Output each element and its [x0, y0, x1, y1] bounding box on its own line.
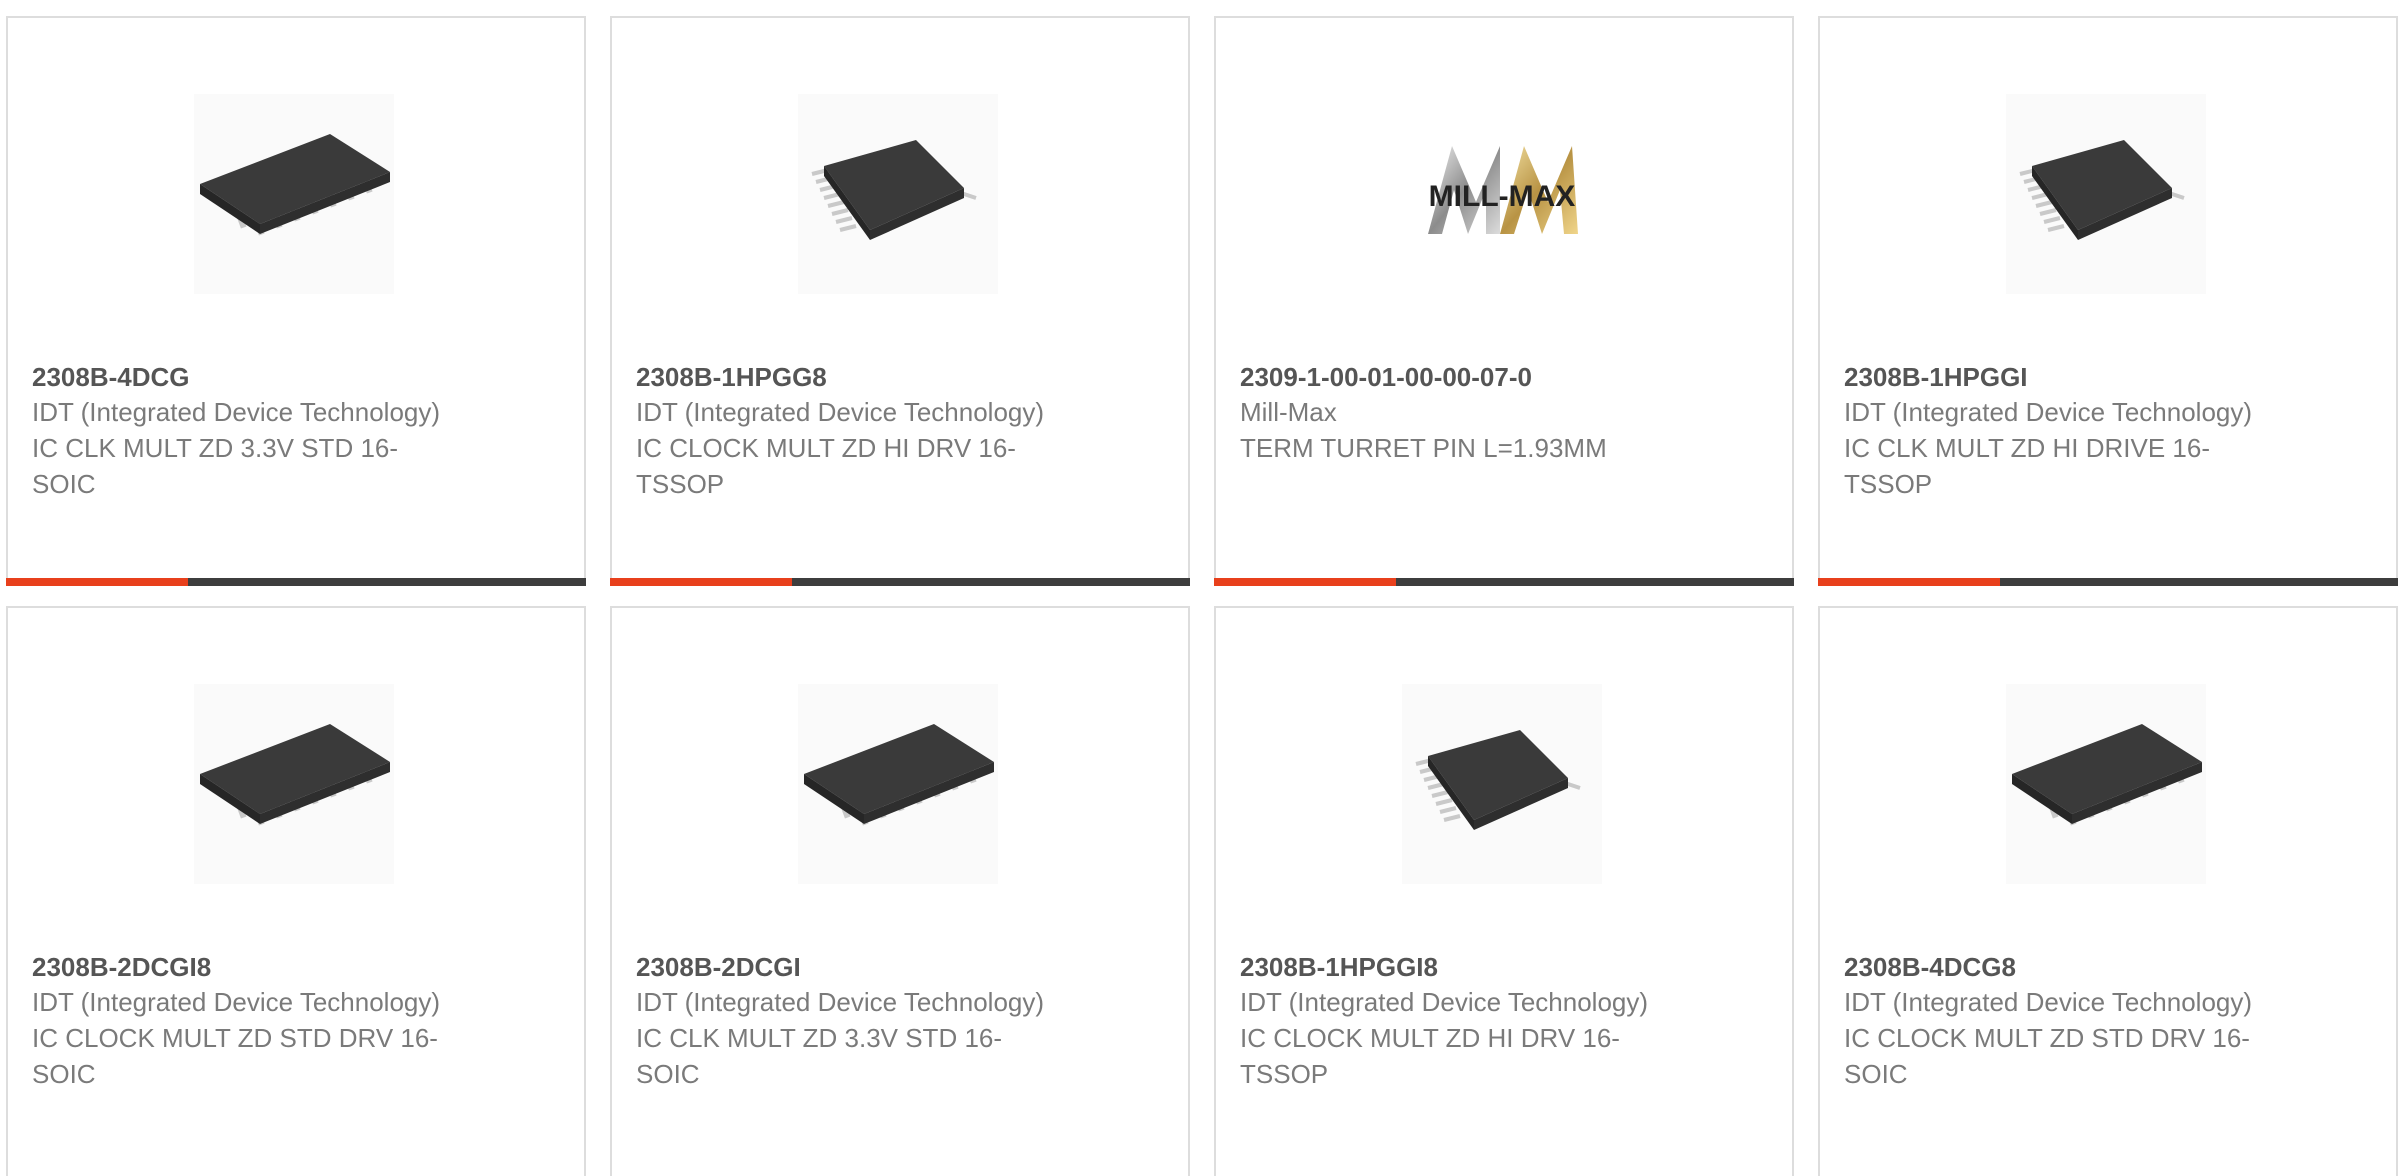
product-card[interactable]: 2308B-1HPGGI IDT (Integrated Device Tech… [1818, 16, 2398, 586]
manufacturer: IDT (Integrated Device Technology) [636, 397, 1045, 427]
description: IC CLOCK MULT ZD HI DRV 16-TSSOP [636, 433, 1016, 499]
description: IC CLOCK MULT ZD STD DRV 16-SOIC [32, 1023, 438, 1089]
product-info: 2308B-4DCG IDT (Integrated Device Techno… [32, 360, 452, 502]
manufacturer: IDT (Integrated Device Technology) [1844, 987, 2253, 1017]
manufacturer: IDT (Integrated Device Technology) [32, 987, 441, 1017]
manufacturer: IDT (Integrated Device Technology) [1844, 397, 2253, 427]
product-grid: 2308B-4DCG IDT (Integrated Device Techno… [0, 0, 2400, 1176]
product-info: 2309-1-00-01-00-00-07-0 Mill-Max TERM TU… [1240, 360, 1660, 466]
product-card[interactable]: 2308B-4DCG IDT (Integrated Device Techno… [6, 16, 586, 586]
description: IC CLOCK MULT ZD HI DRV 16-TSSOP [1240, 1023, 1620, 1089]
product-image[interactable] [798, 94, 998, 294]
part-number[interactable]: 2308B-1HPGGI [1844, 360, 2264, 394]
product-image[interactable] [2006, 684, 2206, 884]
product-image[interactable] [194, 684, 394, 884]
description: IC CLK MULT ZD 3.3V STD 16-SOIC [32, 433, 399, 499]
tssop-chip-icon [811, 140, 977, 240]
description: TERM TURRET PIN L=1.93MM [1240, 433, 1607, 463]
product-info: 2308B-2DCGI8 IDT (Integrated Device Tech… [32, 950, 452, 1092]
soic-chip-icon [200, 724, 390, 826]
card-bar [1214, 578, 1794, 586]
card-bar [6, 578, 586, 586]
card-bar [610, 578, 1190, 586]
part-number[interactable]: 2308B-2DCGI [636, 950, 1056, 984]
product-image[interactable] [798, 684, 998, 884]
soic-chip-icon [2012, 724, 2202, 826]
product-card[interactable]: 2308B-1HPGGI8 IDT (Integrated Device Tec… [1214, 606, 1794, 1176]
product-image[interactable] [2006, 94, 2206, 294]
product-card[interactable]: 2308B-2DCGI8 IDT (Integrated Device Tech… [6, 606, 586, 1176]
card-bar-accent [6, 578, 188, 586]
part-number[interactable]: 2309-1-00-01-00-00-07-0 [1240, 360, 1660, 394]
description: IC CLK MULT ZD HI DRIVE 16-TSSOP [1844, 433, 2210, 499]
product-info: 2308B-2DCGI IDT (Integrated Device Techn… [636, 950, 1056, 1092]
product-info: 2308B-4DCG8 IDT (Integrated Device Techn… [1844, 950, 2264, 1092]
manufacturer: IDT (Integrated Device Technology) [32, 397, 441, 427]
part-number[interactable]: 2308B-2DCGI8 [32, 950, 452, 984]
product-card[interactable]: 2308B-2DCGI IDT (Integrated Device Techn… [610, 606, 1190, 1176]
part-number[interactable]: 2308B-1HPGGI8 [1240, 950, 1660, 984]
product-info: 2308B-1HPGGI8 IDT (Integrated Device Tec… [1240, 950, 1660, 1092]
product-card[interactable]: 2308B-4DCG8 IDT (Integrated Device Techn… [1818, 606, 2398, 1176]
part-number[interactable]: 2308B-4DCG8 [1844, 950, 2264, 984]
soic-chip-icon [200, 134, 390, 236]
card-bar-accent [1214, 578, 1396, 586]
mill-max-logo: MILL-MAX [1428, 146, 1578, 234]
logo-text: MILL-MAX [1429, 180, 1576, 213]
part-number[interactable]: 2308B-1HPGG8 [636, 360, 1056, 394]
card-bar-accent [610, 578, 792, 586]
description: IC CLOCK MULT ZD STD DRV 16-SOIC [1844, 1023, 2250, 1089]
part-number[interactable]: 2308B-4DCG [32, 360, 452, 394]
card-bar [1818, 578, 2398, 586]
manufacturer: IDT (Integrated Device Technology) [636, 987, 1045, 1017]
product-image[interactable] [1402, 684, 1602, 884]
card-bar-accent [1818, 578, 2000, 586]
product-card[interactable]: MILL-MAX 2309-1-00-01-00-00-07-0 Mill-Ma… [1214, 16, 1794, 586]
product-info: 2308B-1HPGG8 IDT (Integrated Device Tech… [636, 360, 1056, 502]
description: IC CLK MULT ZD 3.3V STD 16-SOIC [636, 1023, 1003, 1089]
manufacturer: Mill-Max [1240, 397, 1337, 427]
product-image[interactable]: MILL-MAX [1402, 94, 1602, 294]
product-info: 2308B-1HPGGI IDT (Integrated Device Tech… [1844, 360, 2264, 502]
tssop-chip-icon [2019, 140, 2185, 240]
manufacturer: IDT (Integrated Device Technology) [1240, 987, 1649, 1017]
soic-chip-icon [804, 724, 994, 826]
tssop-chip-icon [1415, 730, 1581, 830]
product-image[interactable] [194, 94, 394, 294]
product-card[interactable]: 2308B-1HPGG8 IDT (Integrated Device Tech… [610, 16, 1190, 586]
